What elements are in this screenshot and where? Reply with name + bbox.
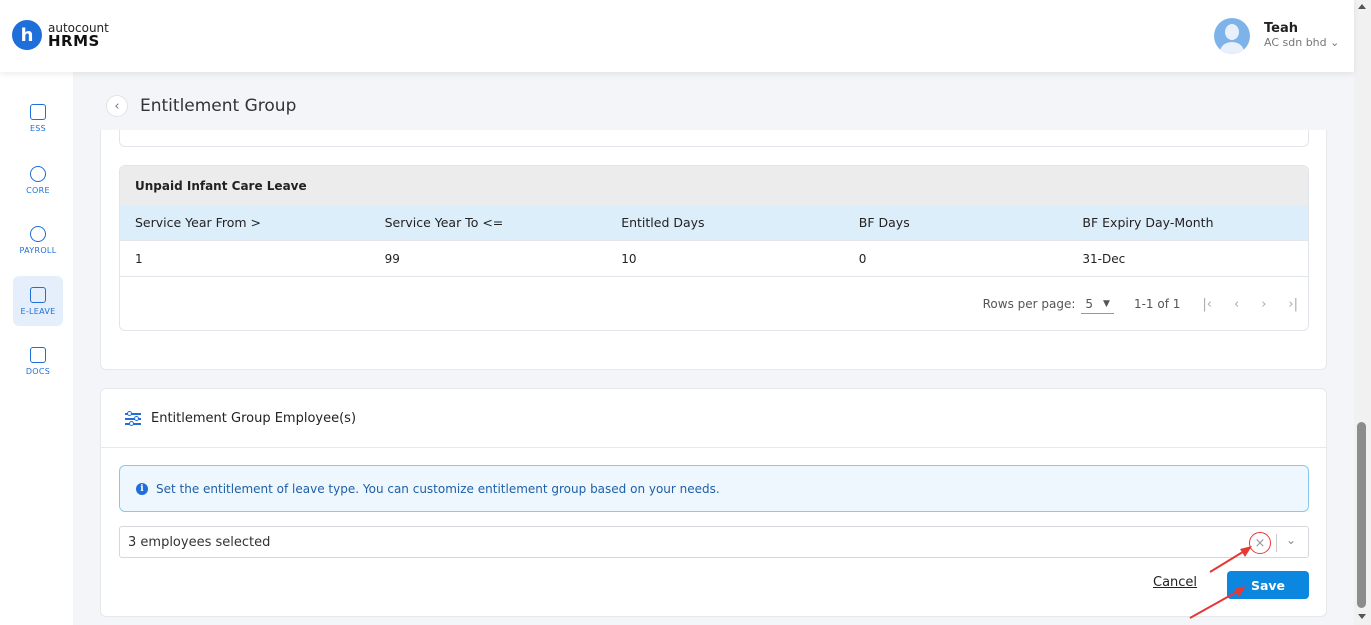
user-menu[interactable]: Teah AC sdn bhd ⌄ xyxy=(1214,18,1339,54)
table-cell: 1 xyxy=(135,251,143,266)
save-button[interactable]: Save xyxy=(1227,571,1309,599)
divider xyxy=(1276,534,1277,552)
sidebar-item-core[interactable]: CORE xyxy=(13,155,63,205)
sidebar-item-payroll[interactable]: PAYROLL xyxy=(13,215,63,265)
sidebar-item-label: ESS xyxy=(29,123,47,133)
leave-type-name: Unpaid Infant Care Leave xyxy=(120,166,1308,205)
leave-entitlement-table: Unpaid Infant Care Leave Service Year Fr… xyxy=(119,165,1309,331)
info-alert: i Set the entitlement of leave type. You… xyxy=(119,465,1309,512)
sidebar-item-ess[interactable]: ESS xyxy=(13,93,63,143)
profile-card-icon xyxy=(30,103,46,120)
avatar[interactable] xyxy=(1214,18,1250,54)
back-button[interactable]: ‹ xyxy=(106,95,128,117)
clear-selection-icon[interactable]: × xyxy=(1249,532,1271,554)
calendar-icon xyxy=(30,286,46,303)
sidebar-item-label: E-LEAVE xyxy=(20,306,56,316)
sidebar-item-label: DOCS xyxy=(25,366,51,376)
sidebar: ESS CORE PAYROLL E-LEAVE DOCS xyxy=(0,72,73,625)
table-cell: 31-Dec xyxy=(1082,251,1126,266)
table-cell: 99 xyxy=(384,251,400,266)
chevron-left-icon: ‹ xyxy=(114,98,120,114)
sidebar-item-e-leave[interactable]: E-LEAVE xyxy=(13,276,63,326)
brand-bottom: HRMS xyxy=(48,32,100,50)
info-text: Set the entitlement of leave type. You c… xyxy=(156,481,720,496)
info-icon: i xyxy=(136,482,148,495)
cube-icon xyxy=(30,165,46,182)
scroll-down-arrow-icon[interactable] xyxy=(1358,614,1366,619)
selected-count: 3 employees selected xyxy=(128,534,271,550)
caret-down-icon: ▼ xyxy=(1103,298,1110,309)
chevron-down-icon[interactable]: ⌄ xyxy=(1330,36,1339,49)
logo-mark: h xyxy=(12,20,42,50)
table-header-row: Service Year From > Service Year To <= E… xyxy=(120,205,1308,241)
employee-multiselect[interactable]: 3 employees selected × ⌄ xyxy=(119,526,1309,558)
group-employees-card: Entitlement Group Employee(s) i Set the … xyxy=(100,388,1327,617)
rows-per-page-label: Rows per page: xyxy=(982,297,1076,311)
page-title: Entitlement Group xyxy=(140,96,297,116)
table-cell: 10 xyxy=(621,251,637,266)
section-header: Entitlement Group Employee(s) xyxy=(101,389,1326,448)
document-chart-icon xyxy=(30,346,46,363)
sidebar-item-docs[interactable]: DOCS xyxy=(13,336,63,386)
page-scrollbar[interactable] xyxy=(1354,0,1371,625)
table-cell: 0 xyxy=(858,251,867,266)
next-page-icon[interactable]: › xyxy=(1261,297,1266,312)
top-header: h autocount HRMS Teah AC sdn bhd ⌄ xyxy=(0,0,1354,72)
last-page-icon[interactable]: ›| xyxy=(1288,297,1298,312)
leave-types-card: Unpaid Infant Care Leave Service Year Fr… xyxy=(100,130,1327,370)
previous-table-edge xyxy=(119,130,1309,147)
rows-per-page-select[interactable]: 5 ▼ xyxy=(1081,295,1114,314)
sidebar-item-label: CORE xyxy=(26,185,50,195)
page-title-row: ‹ Entitlement Group xyxy=(106,95,296,117)
user-company: AC sdn bhd xyxy=(1264,36,1327,49)
pagination-range: 1-1 of 1 xyxy=(1133,297,1181,311)
dollar-icon xyxy=(30,225,46,242)
sidebar-item-label: PAYROLL xyxy=(19,245,57,255)
column-header: BF Days xyxy=(858,215,910,230)
section-title: Entitlement Group Employee(s) xyxy=(151,410,357,426)
table-row[interactable]: 1 99 10 0 31-Dec xyxy=(120,241,1308,277)
rows-per-page-value: 5 xyxy=(1085,296,1094,311)
column-header: Service Year To <= xyxy=(384,215,504,230)
table-pagination: Rows per page: 5 ▼ 1-1 of 1 |‹ ‹ › ›| xyxy=(120,277,1308,330)
scroll-thumb[interactable] xyxy=(1357,422,1366,608)
cancel-button[interactable]: Cancel xyxy=(1153,575,1197,590)
previous-page-icon[interactable]: ‹ xyxy=(1234,297,1239,312)
scroll-up-arrow-icon[interactable] xyxy=(1358,4,1366,9)
sliders-icon xyxy=(125,411,141,426)
column-header: Entitled Days xyxy=(621,215,705,230)
first-page-icon[interactable]: |‹ xyxy=(1202,297,1212,312)
app-logo[interactable]: h autocount HRMS xyxy=(12,20,109,50)
user-name: Teah xyxy=(1264,21,1298,36)
chevron-down-icon[interactable]: ⌄ xyxy=(1286,533,1296,547)
column-header: BF Expiry Day-Month xyxy=(1082,215,1214,230)
column-header: Service Year From > xyxy=(135,215,262,230)
